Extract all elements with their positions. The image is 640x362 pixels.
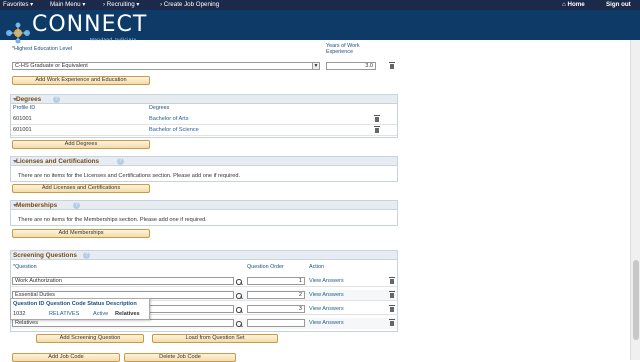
home-link[interactable]: ⌂ Home — [562, 1, 585, 8]
delete-degree-trash-icon[interactable] — [374, 126, 380, 133]
profile-id-header: Profile ID — [13, 105, 36, 111]
vertical-scrollbar[interactable] — [630, 40, 640, 360]
licenses-header[interactable]: Licenses and Certifications ? — [11, 157, 397, 166]
question-input[interactable]: Relatives — [12, 319, 234, 327]
question-order-input[interactable]: 3 — [247, 305, 305, 313]
help-icon[interactable]: ? — [83, 252, 90, 259]
delete-degree-trash-icon[interactable] — [374, 115, 380, 122]
add-licenses-button[interactable]: Add Licenses and Certifications — [12, 184, 150, 193]
sign-out-link[interactable]: Sign out — [606, 1, 631, 8]
brand-header: CONNECT Maryland Judiciary — [0, 10, 640, 44]
add-degrees-button[interactable]: Add Degrees — [12, 140, 150, 149]
popup-col-question-code: Question Code — [45, 301, 86, 307]
table-row: Work Authorization 1 View Answers — [11, 276, 397, 287]
popup-col-question-id: Question ID — [13, 301, 45, 307]
popup-col-description: Description — [105, 301, 137, 307]
popup-option-row[interactable]: 1032 RELATIVES Active Relatives — [11, 310, 149, 319]
memberships-header[interactable]: Memberships ? — [11, 201, 397, 210]
lookup-search-icon[interactable] — [236, 279, 242, 285]
question-input[interactable]: Work Authorization — [12, 277, 234, 285]
degree-link[interactable]: Bachelor of Science — [149, 127, 199, 133]
table-row: 601001 Bachelor of Science — [11, 125, 397, 136]
work-experience-input[interactable]: 3.0 — [326, 62, 376, 70]
degree-column-header: Degrees — [149, 105, 170, 111]
delete-question-trash-icon[interactable] — [389, 319, 395, 326]
degrees-panel: Degrees ? Profile ID Degrees 601001 Bach… — [10, 94, 398, 138]
main-menu[interactable]: Main Menu ▾ — [50, 1, 85, 8]
scrollbar-thumb[interactable] — [633, 260, 639, 340]
licenses-empty-message: There are no items for the Licenses and … — [18, 173, 241, 179]
delete-job-code-button[interactable]: Delete Job Code — [124, 353, 236, 362]
breadcrumb-create-job-opening[interactable]: › Create Job Opening — [160, 1, 219, 8]
popup-question-code: RELATIVES — [49, 311, 80, 317]
education-level-select[interactable]: C-HS Graduate or Equivalent ▼ — [12, 62, 320, 70]
lookup-search-icon[interactable] — [236, 321, 242, 327]
view-answers-link[interactable]: View Answers — [309, 278, 344, 284]
breadcrumb-recruiting[interactable]: › Recruiting ▾ — [103, 1, 139, 8]
memberships-panel: Memberships ? There are no items for the… — [10, 200, 398, 226]
view-answers-link[interactable]: View Answers — [309, 292, 344, 298]
popup-col-status: Status — [87, 301, 105, 307]
memberships-empty-message: There are no items for the Memberships s… — [18, 217, 207, 223]
add-screening-question-button[interactable]: Add Screening Question — [36, 334, 144, 343]
licenses-panel: Licenses and Certifications ? There are … — [10, 156, 398, 182]
add-job-code-button[interactable]: Add Job Code — [12, 353, 120, 362]
delete-question-trash-icon[interactable] — [389, 291, 395, 298]
lookup-search-icon[interactable] — [236, 307, 242, 313]
screening-header: Screening Questions ? — [11, 251, 397, 260]
help-icon[interactable]: ? — [73, 202, 80, 209]
delete-education-trash-icon[interactable] — [389, 62, 395, 69]
connect-logo-icon — [6, 22, 30, 44]
work-experience-header: Years of Work Experience — [326, 43, 360, 55]
screening-title: Screening Questions — [13, 252, 77, 259]
degrees-header[interactable]: Degrees ? — [11, 95, 397, 104]
degree-link[interactable]: Bachelor of Arts — [149, 116, 189, 122]
help-icon[interactable]: ? — [117, 158, 124, 165]
add-work-experience-button[interactable]: Add Work Experience and Education — [12, 76, 150, 85]
question-order-input[interactable] — [247, 319, 305, 327]
chevron-down-icon: ▼ — [312, 63, 319, 69]
licenses-title: Licenses and Certifications — [16, 158, 100, 165]
table-row: 601001 Bachelor of Arts — [11, 114, 397, 125]
profile-id-cell: 601001 — [13, 116, 32, 122]
help-icon[interactable]: ? — [53, 96, 60, 103]
degrees-title: Degrees — [16, 96, 42, 103]
lookup-search-icon[interactable] — [236, 293, 242, 299]
popup-question-id: 1032 — [13, 311, 26, 317]
action-column-header: Action — [309, 264, 324, 270]
question-order-input[interactable]: 1 — [247, 277, 305, 285]
load-from-question-set-button[interactable]: Load from Question Set — [152, 334, 278, 343]
question-order-input[interactable]: 2 — [247, 291, 305, 299]
popup-status: Active — [93, 311, 109, 317]
home-icon: ⌂ — [562, 1, 566, 8]
question-column-header: *Question — [13, 264, 37, 270]
brand-subtitle: Maryland Judiciary — [90, 37, 137, 42]
question-order-header: Question Order — [247, 264, 284, 270]
popup-header-row: Question ID Question Code Status Descrip… — [13, 301, 137, 307]
view-answers-link[interactable]: View Answers — [309, 320, 344, 326]
brand-title: CONNECT — [32, 12, 148, 37]
view-answers-link[interactable]: View Answers — [309, 306, 344, 312]
education-level-header: *Highest Education Level — [12, 46, 73, 52]
delete-question-trash-icon[interactable] — [389, 277, 395, 284]
delete-question-trash-icon[interactable] — [389, 305, 395, 312]
add-memberships-button[interactable]: Add Memberships — [12, 229, 150, 238]
top-nav-bar: Favorites ▾ Main Menu ▾ › Recruiting ▾ ›… — [0, 0, 640, 10]
favorites-menu[interactable]: Favorites ▾ — [3, 1, 33, 8]
question-autocomplete-popup: Question ID Question Code Status Descrip… — [10, 298, 150, 320]
popup-description: Relatives — [115, 311, 140, 317]
profile-id-cell: 601001 — [13, 127, 32, 133]
memberships-title: Memberships — [16, 202, 58, 209]
